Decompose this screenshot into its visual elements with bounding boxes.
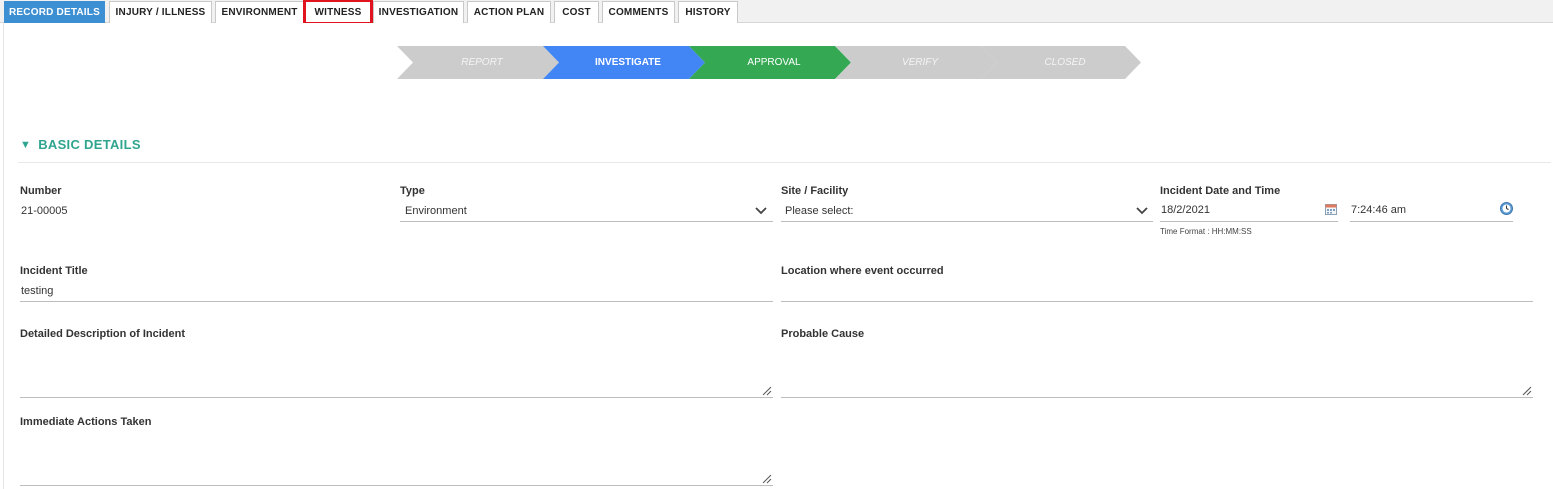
workflow-step-report: REPORT [397, 46, 559, 79]
description-label: Detailed Description of Incident [20, 328, 186, 340]
type-label: Type [400, 185, 425, 197]
number-value: 21-00005 [21, 205, 68, 217]
workflow-step-verify: VERIFY [835, 46, 997, 79]
tab-action-plan[interactable]: ACTION PLAN [467, 1, 551, 23]
type-underline [400, 221, 773, 222]
workflow-step-label: VERIFY [901, 57, 939, 68]
incident-date-value: 18/2/2021 [1161, 204, 1210, 216]
chevron-down-icon [755, 207, 767, 215]
tab-bar: RECORD DETAILS INJURY / ILLNESS ENVIRONM… [0, 0, 1553, 25]
incident-time-underline [1350, 221, 1513, 222]
tab-record-details[interactable]: RECORD DETAILS [4, 1, 105, 23]
type-select[interactable]: Environment [400, 200, 773, 222]
tab-investigation[interactable]: INVESTIGATION [373, 1, 464, 23]
location-label: Location where event occurred [781, 265, 944, 277]
tab-cost[interactable]: COST [554, 1, 599, 23]
site-select[interactable]: Please select: [781, 200, 1153, 222]
type-select-value: Environment [405, 205, 467, 217]
number-label: Number [20, 185, 62, 197]
incident-title-value: testing [21, 285, 54, 297]
clock-icon[interactable] [1500, 202, 1513, 215]
workflow-step-label: REPORT [461, 57, 503, 68]
probable-cause-label: Probable Cause [781, 328, 865, 340]
site-select-value: Please select: [785, 205, 854, 217]
record-details-panel [3, 23, 1553, 489]
resize-grip-icon[interactable] [762, 386, 772, 396]
location-underline [781, 301, 1533, 302]
workflow-step-investigate: INVESTIGATE [543, 46, 705, 79]
workflow-step-approval: APPROVAL [689, 46, 851, 79]
workflow-step-label: CLOSED [1044, 57, 1086, 68]
immediate-actions-label: Immediate Actions Taken [20, 416, 152, 428]
tab-comments[interactable]: COMMENTS [602, 1, 675, 23]
immediate-actions-underline [20, 485, 773, 486]
triangle-down-icon: ▼ [20, 138, 32, 151]
resize-grip-icon[interactable] [1522, 386, 1532, 396]
probable-cause-textarea[interactable] [781, 345, 1533, 397]
description-textarea[interactable] [20, 345, 773, 397]
section-title: BASIC DETAILS [38, 137, 141, 152]
tab-history[interactable]: HISTORY [678, 1, 738, 23]
probable-cause-underline [781, 397, 1533, 398]
immediate-actions-textarea[interactable] [20, 433, 773, 485]
incident-date-input[interactable]: 18/2/2021 [1160, 200, 1338, 222]
site-underline [781, 221, 1153, 222]
resize-grip-icon[interactable] [762, 474, 772, 484]
incident-datetime-label: Incident Date and Time [1160, 185, 1281, 197]
site-label: Site / Facility [781, 185, 849, 197]
section-divider [18, 162, 1551, 163]
incident-date-underline [1160, 221, 1338, 222]
workflow-step-closed: CLOSED [981, 46, 1141, 79]
workflow-step-label: INVESTIGATE [595, 57, 661, 68]
incident-title-input[interactable]: testing [20, 282, 773, 302]
chevron-down-icon [1136, 207, 1148, 215]
tab-witness[interactable]: WITNESS [303, 0, 373, 25]
section-header-basic-details[interactable]: ▼ BASIC DETAILS [20, 137, 141, 152]
incident-time-input[interactable]: 7:24:46 am [1350, 200, 1513, 222]
incident-title-label: Incident Title [20, 265, 88, 277]
workflow-step-label: APPROVAL [747, 57, 801, 68]
incident-time-value: 7:24:46 am [1351, 204, 1407, 216]
incident-title-underline [20, 301, 773, 302]
tab-environment[interactable]: ENVIRONMENT [215, 1, 304, 23]
tab-injury-illness[interactable]: INJURY / ILLNESS [109, 1, 212, 23]
location-input[interactable] [781, 282, 1533, 302]
workflow-progress: REPORT INVESTIGATE APPROVAL VERIFY CLOSE… [397, 46, 1142, 80]
description-underline [20, 397, 773, 398]
time-format-hint: Time Format : HH:MM:SS [1160, 227, 1252, 236]
calendar-icon[interactable] [1325, 203, 1337, 215]
